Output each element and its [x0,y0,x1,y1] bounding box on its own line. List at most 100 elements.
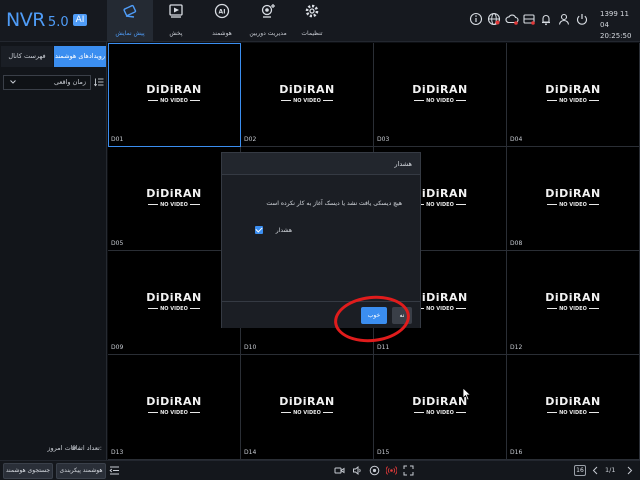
no-video-wrap: NO VIDEO [374,98,506,104]
no-button[interactable]: نه [392,307,412,324]
video-cell-d12[interactable]: DiDiRAN NO VIDEO D12 [507,251,640,355]
warning-checkbox-label: هشدار [275,227,292,234]
video-cell-d02[interactable]: DiDiRAN NO VIDEO D02 [241,43,374,147]
nav-playback[interactable]: پخش [153,0,199,42]
channel-label: D04 [510,136,523,143]
user-icon[interactable] [557,12,571,26]
app-logo: NVR 5.0 AI [6,9,88,33]
channel-label: D12 [510,344,523,351]
camera-brand-text: DiDiRAN [545,291,601,304]
video-cell-d03[interactable]: DiDiRAN NO VIDEO D03 [374,43,507,147]
video-cell-d14[interactable]: DiDiRAN NO VIDEO D14 [241,355,374,460]
version-text: 5.0 [47,15,69,30]
no-video-label: NO VIDEO [426,410,454,416]
divider [547,100,558,101]
no-video-label: NO VIDEO [293,410,321,416]
divider [547,204,558,205]
no-video-label: NO VIDEO [426,306,454,312]
smart-search-button[interactable]: جستجوی هوشمند [3,463,53,479]
date-text: 1399 11 04 [600,10,629,29]
divider [281,412,292,413]
no-video-wrap: NO VIDEO [108,98,240,104]
tab-smart-events[interactable]: رویدادهای هوشمند [54,46,106,67]
ok-button[interactable]: خوب [361,307,387,324]
collapse-sidebar-icon[interactable] [109,465,120,476]
no-video-wrap: NO VIDEO [241,98,373,104]
mode-dropdown-value: زمان واقعی [53,78,86,86]
video-cell-d15[interactable]: DiDiRAN NO VIDEO D15 [374,355,507,460]
video-cell-d08[interactable]: DiDiRAN NO VIDEO D08 [507,147,640,251]
tab-channel-list[interactable]: فهرست کانال [1,46,53,67]
channel-label: D05 [111,240,124,247]
divider [547,412,558,413]
layout-selector[interactable]: 16 [574,465,586,476]
nav-camera-manage-label: مدیریت دوربین [249,30,287,37]
alarm-broadcast-icon[interactable] [386,465,397,476]
video-cell-d16[interactable]: DiDiRAN NO VIDEO D16 [507,355,640,460]
divider [148,100,159,101]
camera-brand-text: DiDiRAN [545,83,601,96]
nav-settings[interactable]: تنظیمات [289,0,335,42]
dialog-footer: خوب نه [222,301,420,328]
capture-icon[interactable] [369,465,380,476]
power-icon[interactable] [575,12,589,26]
info-icon[interactable] [469,12,483,26]
camera-brand-text: DiDiRAN [279,395,335,408]
fullscreen-icon[interactable] [403,465,414,476]
next-page-icon[interactable] [624,465,635,476]
no-video-label: NO VIDEO [426,202,454,208]
nav-playback-label: پخش [169,30,183,37]
divider [189,308,200,309]
sidebar: فهرست کانال رویدادهای هوشمند زمان واقعی … [0,42,107,460]
record-icon[interactable] [334,465,345,476]
smart-config-button[interactable]: هوشمند پیکربندی [56,463,106,479]
no-video-label: NO VIDEO [559,410,587,416]
filter-list-icon[interactable] [94,77,104,87]
cloud-icon[interactable] [505,12,519,26]
no-video-wrap: NO VIDEO [507,98,639,104]
divider [547,308,558,309]
logo-text: NVR [6,9,45,31]
camera-brand-text: DiDiRAN [412,395,468,408]
nav-preview-label: پیش نمایش [115,30,145,37]
nav-settings-label: تنظیمات [301,30,323,37]
svg-text:AI: AI [219,9,226,16]
nav-camera-manage[interactable]: مدیریت دوربین [245,0,291,42]
camera-brand-text: DiDiRAN [545,187,601,200]
camera-brand-text: DiDiRAN [146,395,202,408]
dialog-message: هیچ دیسکی یافت نشد یا دیسک آغاز به کار ن… [266,200,402,207]
no-video-label: NO VIDEO [293,98,321,104]
channel-label: D09 [111,344,124,351]
divider [414,412,425,413]
no-video-label: NO VIDEO [160,202,188,208]
no-video-wrap: NO VIDEO [507,410,639,416]
network-icon[interactable] [487,12,501,26]
divider [588,204,599,205]
audio-icon[interactable] [352,465,363,476]
nav-preview[interactable]: پیش نمایش [107,0,153,42]
storage-icon[interactable] [522,12,536,26]
no-video-label: NO VIDEO [559,306,587,312]
prev-page-icon[interactable] [590,465,601,476]
video-cell-d01[interactable]: DiDiRAN NO VIDEO D01 [108,43,241,147]
nav-ai[interactable]: AI هوشمند [199,0,245,42]
divider [588,308,599,309]
camera-brand-text: DiDiRAN [146,83,202,96]
bottom-bar: جستجوی هوشمند هوشمند پیکربندی 16 1/1 [0,460,640,480]
divider [189,412,200,413]
nav-ai-label: هوشمند [212,30,232,37]
divider [148,204,159,205]
channel-label: D16 [510,449,523,456]
no-video-label: NO VIDEO [559,202,587,208]
bell-icon[interactable] [539,12,553,26]
no-video-wrap: NO VIDEO [241,410,373,416]
video-cell-d04[interactable]: DiDiRAN NO VIDEO D04 [507,43,640,147]
divider [414,100,425,101]
video-cell-d13[interactable]: DiDiRAN NO VIDEO D13 [108,355,241,460]
mode-dropdown[interactable]: زمان واقعی [3,75,91,90]
page-indicator: 1/1 [605,466,616,474]
no-video-label: NO VIDEO [160,98,188,104]
chevron-down-icon [10,80,16,84]
dialog-title: هشدار [222,153,420,175]
no-video-wrap: NO VIDEO [108,410,240,416]
